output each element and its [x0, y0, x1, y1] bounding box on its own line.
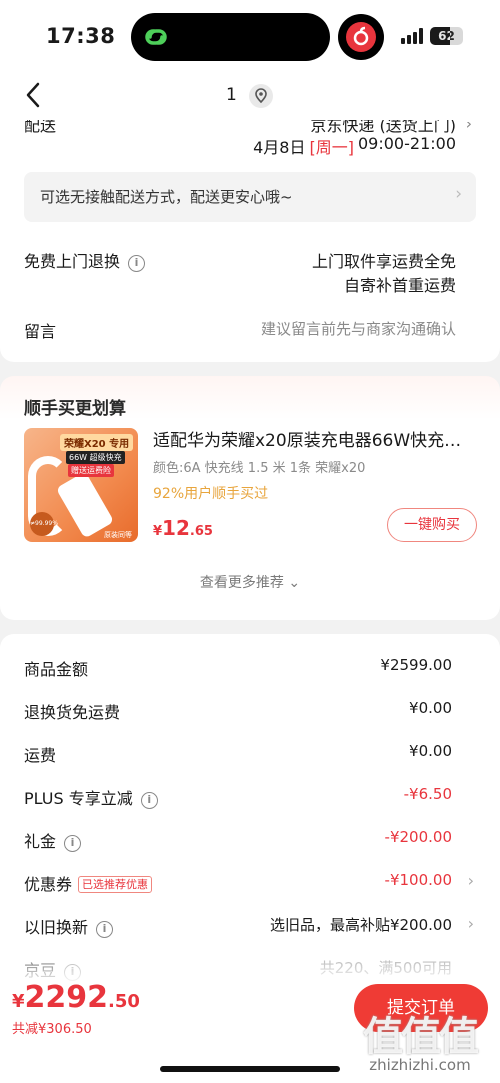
total-currency: ¥	[12, 991, 25, 1012]
thumb-tag: 荣耀X20 专用	[60, 434, 134, 451]
product-price: ¥12.65	[153, 516, 213, 540]
recommend-title: 顺手买更划算	[24, 399, 126, 419]
chevron-right-icon[interactable]: ›	[468, 914, 474, 933]
see-more-link[interactable]: 查看更多推荐 ⌄	[0, 572, 500, 592]
fee-row[interactable]: 以旧换新 i 选旧品，最高补贴¥200.00 ›	[0, 912, 500, 942]
status-bar: 17:38 62	[0, 0, 500, 76]
total-int: 2292	[24, 980, 109, 1015]
fee-label-text: 运费	[24, 746, 57, 765]
info-icon[interactable]: i	[64, 835, 82, 852]
buy-rate-text: 92%用户顺手买过	[153, 486, 269, 502]
fee-label-text: 商品金额	[24, 660, 89, 679]
watermark-url: zhizhizhi.com	[369, 1056, 471, 1074]
coupon-tag: 已选推荐优惠	[78, 876, 153, 893]
chevron-right-icon[interactable]: ›	[468, 871, 474, 890]
info-icon[interactable]: i	[140, 792, 158, 809]
fee-value: ¥0.00	[409, 699, 452, 717]
recommend-card: 顺手买更划算 荣耀X20 专用 66W 超级快充 赠送运费险 ≠99.99% 原…	[0, 376, 500, 620]
thumb-badge: ≠99.99%	[30, 512, 58, 536]
free-return-row: 免费上门退换 i	[24, 248, 146, 272]
delivery-time-range: 09:00-21:00	[358, 134, 456, 153]
price-dec: .65	[189, 524, 213, 539]
message-input[interactable]: 建议留言前先与商家沟通确认	[261, 318, 456, 339]
fee-value: -¥6.50	[403, 785, 452, 803]
info-icon[interactable]: i	[128, 255, 146, 272]
total-price: ¥2292.50	[12, 980, 140, 1015]
link-icon	[145, 29, 167, 45]
battery-level: 62	[438, 29, 455, 43]
fee-row: PLUS 专享立减 i -¥6.50	[0, 783, 500, 813]
thumb-tag: 66W 超级快充	[66, 451, 125, 464]
product-spec: 颜色:6A 快充线 1.5 米 1条 荣耀x20	[153, 461, 366, 476]
delivery-date-day: 4月8日	[253, 138, 306, 157]
fee-label: 礼金 i	[24, 828, 82, 852]
fee-label-text: 退换货免运费	[24, 703, 121, 722]
status-time: 17:38	[46, 24, 116, 48]
cellular-signal-icon	[401, 28, 423, 44]
tip-text: 可选无接触配送方式，配送更安心哦~	[40, 188, 293, 206]
fee-label-text: PLUS 专享立减	[24, 789, 133, 808]
dynamic-island	[131, 13, 330, 61]
fee-value: -¥100.00	[384, 871, 452, 889]
one-click-buy-button[interactable]: 一键购买	[387, 508, 477, 542]
fee-row: 退换货免运费 ¥0.00	[0, 697, 500, 727]
fee-label-text: 以旧换新	[24, 918, 89, 937]
fee-label: 退换货免运费	[24, 699, 120, 723]
fee-row: 运费 ¥0.00	[0, 740, 500, 770]
total-dec: .50	[108, 991, 140, 1012]
fee-value: -¥200.00	[384, 828, 452, 846]
delivery-weekday: [周一]	[309, 138, 355, 157]
battery-icon: 62	[430, 27, 463, 45]
thumb-tag: 赠送运费险	[68, 464, 114, 477]
fee-label-text: 礼金	[24, 832, 57, 851]
product-thumbnail[interactable]: 荣耀X20 专用 66W 超级快充 赠送运费险 ≠99.99% 原装同等	[24, 428, 138, 542]
chevron-right-icon: ›	[455, 184, 462, 204]
fee-value: ¥0.00	[409, 742, 452, 760]
watermark-logo: 值值值	[363, 1014, 479, 1060]
home-indicator[interactable]	[160, 1066, 340, 1072]
fee-label: 运费	[24, 742, 56, 766]
product-name[interactable]: 适配华为荣耀x20原装充电器66W快充数据线	[153, 426, 475, 451]
message-label: 留言	[24, 322, 57, 341]
nav-item-count: 1	[226, 85, 237, 105]
watermark: 值值值 zhizhizhi.com	[350, 1004, 490, 1074]
fee-label: PLUS 专享立减 i	[24, 785, 158, 809]
thumb-foot: 原装同等	[104, 531, 132, 539]
netease-music-icon[interactable]	[338, 14, 384, 60]
price-currency: ¥	[153, 524, 163, 539]
delivery-date[interactable]: 4月8日 [周一] 09:00-21:00	[253, 134, 456, 158]
nav-bar: 1	[0, 76, 500, 118]
fee-label: 商品金额	[24, 656, 88, 680]
fee-row: 商品金额 ¥2599.00	[0, 654, 500, 684]
fee-row: 礼金 i -¥200.00	[0, 826, 500, 856]
price-int: 12	[162, 516, 190, 540]
fee-label: 优惠券 已选推荐优惠	[24, 871, 153, 895]
info-icon[interactable]: i	[96, 921, 114, 938]
location-pin-icon[interactable]	[249, 84, 273, 108]
total-discount: 共减¥306.50	[12, 1022, 92, 1037]
chevron-left-icon[interactable]	[22, 80, 46, 110]
contactless-delivery-tip[interactable]: 可选无接触配送方式，配送更安心哦~ ›	[24, 172, 476, 222]
free-return-label: 免费上门退换	[24, 252, 121, 271]
fee-value: 选旧品，最高补贴¥200.00	[269, 916, 452, 934]
return-self-ship-text: 自寄补首重运费	[343, 276, 456, 295]
fee-value: ¥2599.00	[380, 656, 452, 674]
fee-row[interactable]: 优惠券 已选推荐优惠 -¥100.00 ›	[0, 869, 500, 899]
fee-label: 以旧换新 i	[24, 914, 114, 938]
return-pickup-text: 上门取件享运费全免	[311, 252, 456, 271]
fee-label-text: 优惠券	[24, 875, 73, 894]
delivery-card: 配送 京东快递 (送货上门) › 4月8日 [周一] 09:00-21:00 可…	[0, 104, 500, 362]
